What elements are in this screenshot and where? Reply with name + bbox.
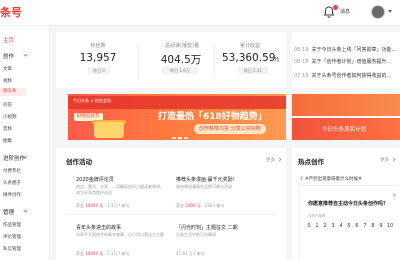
sidebar-item-video[interactable]: 视频 xyxy=(3,78,12,84)
sidebar-item-comments[interactable]: 评论管理 xyxy=(3,234,21,240)
stat-value: 13,957 xyxy=(79,52,117,64)
activity-title[interactable]: 2020金牌评论员 xyxy=(76,176,114,183)
divider xyxy=(66,214,276,215)
sidebar-item-audio[interactable]: 音频 xyxy=(3,126,12,132)
divider xyxy=(214,44,215,78)
sidebar: 主页 创作 文章 视频 微头条 问答 小视频 音频 图集 进阶创作 付费专栏 头… xyxy=(0,26,50,260)
sidebar-item-paid-column[interactable]: 付费专栏 xyxy=(3,168,21,174)
sidebar-item-short-video[interactable]: 小视频 xyxy=(3,114,17,120)
survey-score[interactable]: 1 xyxy=(314,223,320,229)
stat-label: 粉丝数 xyxy=(90,43,106,49)
survey-score[interactable]: 6 xyxy=(354,223,360,229)
sidebar-item-works[interactable]: 作品管理 xyxy=(3,222,21,228)
sidebar-item-micro-post[interactable]: 微头条 xyxy=(0,88,26,96)
survey-score[interactable]: 5 xyxy=(346,223,352,229)
survey-score[interactable]: 0 xyxy=(306,223,312,229)
announcement-item[interactable]: 07-15 关于头条号创作者如何获得收益的... xyxy=(294,72,391,79)
survey-score[interactable]: 7 xyxy=(362,223,368,229)
sidebar-group-create[interactable]: 创作 xyxy=(3,52,14,60)
survey-score[interactable]: 3 xyxy=(330,223,336,229)
banner-title: 打造最热「618好物趋势」 xyxy=(158,112,267,122)
chevron-down-icon[interactable] xyxy=(388,10,392,13)
hot-topic-item[interactable]: 1 #严控出现意味着什么时候# xyxy=(300,176,362,182)
stat-unit: 元 xyxy=(274,57,280,63)
activity-title[interactable]: 青年头条进击的故事 xyxy=(76,224,121,231)
chevron-down-icon xyxy=(23,154,28,159)
sidebar-item-gallery[interactable]: 图集 xyxy=(3,138,12,144)
gift-box-icon xyxy=(94,122,124,138)
activity-meta: 奖金 5000 元 · 236人参与 xyxy=(176,203,225,208)
stat-badge: 昨日 1.6万 xyxy=(162,67,198,74)
banner-cta[interactable]: 创作种草内容 分享公买好物 xyxy=(194,124,266,134)
sidebar-item-messages[interactable]: 私信管理 xyxy=(3,246,21,252)
side-banner-text: 今日头条真实计划 xyxy=(322,127,367,133)
banner-brand: 今日头条 × 热卖会场 xyxy=(73,98,111,103)
promo-banner[interactable]: 今日头条 × 热卖会场 好物狂欢节 打造最热「618好物趋势」 创作种草内容 分… xyxy=(68,94,286,140)
carousel-dot[interactable] xyxy=(172,137,176,139)
carousel-dot[interactable] xyxy=(184,137,188,139)
more-link[interactable]: 更多 xyxy=(380,157,389,163)
avatar[interactable] xyxy=(371,5,385,19)
announcement-item[interactable]: 08-19 关于今日头条上线「问答勋章」功能... xyxy=(294,46,396,53)
survey-score[interactable]: 9 xyxy=(378,223,384,229)
stat-label: 总阅读(播放)量 xyxy=(165,43,199,49)
activity-desc: 分享平凡而伟大的青年故事，以小切口表达大主题 xyxy=(76,232,164,237)
carousel-dot[interactable] xyxy=(178,137,182,139)
more-link[interactable]: 更多 xyxy=(266,157,275,163)
section-title: 热点创作 xyxy=(298,158,324,166)
activity-meta: 奖金 10000 元 · 2.1万人参与 xyxy=(76,251,130,256)
sidebar-item-widget[interactable]: 微件创作 xyxy=(3,192,21,198)
logo[interactable]: 条号 xyxy=(0,4,22,20)
survey-hint: 非常不推荐 xyxy=(308,214,326,218)
divider xyxy=(138,44,139,78)
notifications-label[interactable]: 消息 xyxy=(340,8,350,15)
sidebar-item-qa[interactable]: 问答 xyxy=(3,102,12,108)
activity-meta: 奖金 10000 元 · 1.3万人参与 xyxy=(76,203,130,208)
side-banner[interactable] xyxy=(292,94,400,116)
activity-desc: 记录生活中的闪光瞬间 xyxy=(176,232,216,237)
close-icon[interactable]: × xyxy=(392,192,397,199)
sidebar-group-advanced[interactable]: 进阶创作 xyxy=(3,154,25,162)
chevron-down-icon xyxy=(23,52,28,57)
sidebar-item-article[interactable]: 文章 xyxy=(3,66,12,72)
stat-label: 累计收益 xyxy=(239,43,260,49)
survey-score[interactable]: 8 xyxy=(370,223,376,229)
activity-title[interactable]: 推荐头条漫画·赢千元奖励！ xyxy=(176,176,238,183)
activity-desc: 热点、看法、分享……用精彩短评占据读者视线，成为头条首席评论员 xyxy=(76,184,164,195)
announcement-item[interactable]: 08-18 关于「创作者计划」增值服务提升... xyxy=(294,58,391,65)
survey-score[interactable]: 2 xyxy=(322,223,328,229)
chevron-down-icon xyxy=(23,208,28,213)
sidebar-item-home[interactable]: 主页 xyxy=(3,36,14,44)
survey-question: 你愿意推荐自主动今日头条创作吗？ xyxy=(308,201,389,207)
section-title: 创作活动 xyxy=(66,158,92,166)
stat-badge: 昨日 0 xyxy=(88,67,110,74)
stat-value: 404.5万 xyxy=(160,54,202,66)
survey-score[interactable]: 10 xyxy=(387,223,393,229)
notification-badge xyxy=(333,5,338,10)
stat-value: 53,360.59 xyxy=(222,52,276,64)
sidebar-item-circle[interactable]: 头条圈子 xyxy=(3,180,21,186)
sidebar-group-manage[interactable]: 管理 xyxy=(3,208,14,216)
stat-badge: 昨日 2.41 xyxy=(238,67,268,74)
activity-desc: 发布原创漫画作品即可参与活动 xyxy=(176,184,232,189)
activity-meta: 47.81 万人参与 xyxy=(176,251,205,256)
top-bar: 条号 消息 xyxy=(0,0,400,26)
activity-title[interactable]: 「闪光时刻」主题征文 二期 xyxy=(176,224,238,231)
survey-score[interactable]: 4 xyxy=(338,223,344,229)
